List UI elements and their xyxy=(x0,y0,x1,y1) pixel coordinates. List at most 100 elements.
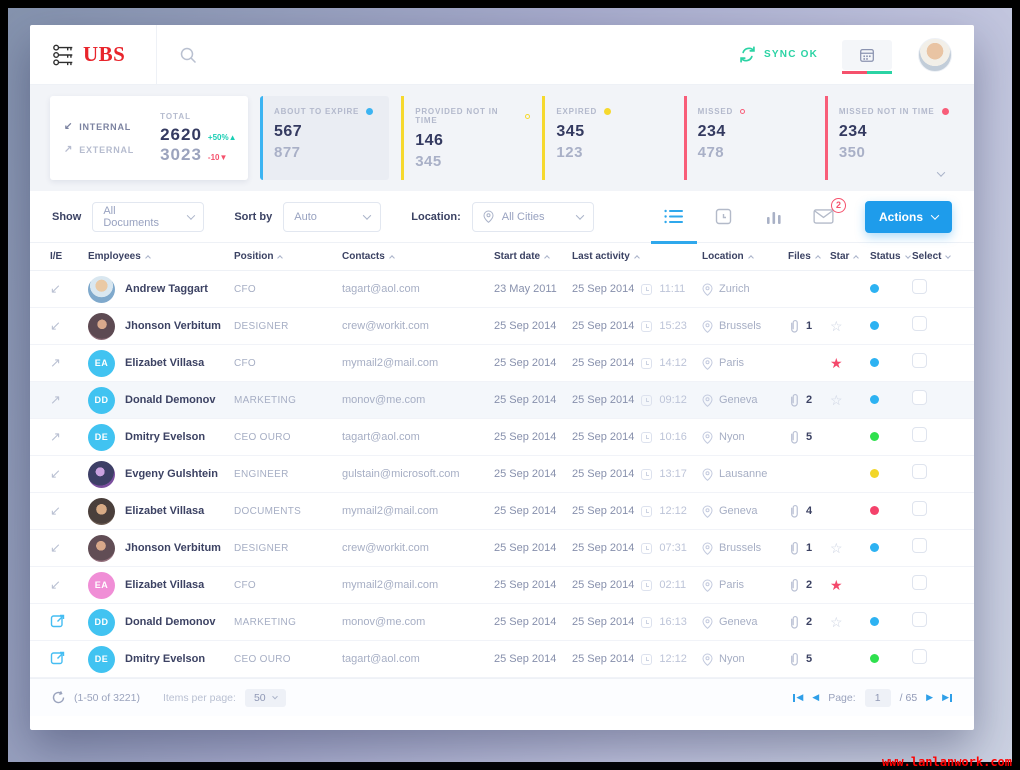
files-count: 1 xyxy=(806,320,813,332)
next-page-button[interactable]: ▶ xyxy=(926,692,933,703)
internal-filter[interactable]: ↙ INTERNAL xyxy=(64,121,134,132)
star-toggle[interactable]: ☆ xyxy=(830,319,870,333)
stat-primary-value: 234 xyxy=(697,123,726,140)
status-dot xyxy=(870,284,879,293)
employee-name: Elizabet Villasa xyxy=(125,579,205,591)
sort-caret-icon xyxy=(544,254,550,261)
actions-button[interactable]: Actions xyxy=(864,200,952,233)
table-row[interactable]: DE Dmitry Evelson CEO OURO tagart@aol.co… xyxy=(30,641,974,678)
row-checkbox[interactable] xyxy=(912,538,927,553)
star-toggle[interactable]: ☆ xyxy=(830,393,870,407)
page-input[interactable]: 1 xyxy=(864,688,891,707)
paperclip-icon xyxy=(791,615,798,629)
clock-icon xyxy=(641,320,653,332)
table-row[interactable]: ↗ EA Elizabet Villasa CFO mymail2@mail.c… xyxy=(30,345,974,382)
prev-page-button[interactable]: ◀ xyxy=(812,692,819,703)
location-pin-icon xyxy=(702,578,713,592)
sort-caret-icon xyxy=(277,254,284,261)
user-avatar[interactable] xyxy=(918,37,952,72)
column-header[interactable]: Location xyxy=(702,251,788,262)
sort-dropdown[interactable]: Auto xyxy=(283,201,382,232)
table-row[interactable]: ↙ Elizabet Villasa DOCUMENTS mymail2@mai… xyxy=(30,493,974,530)
column-header[interactable]: Employees xyxy=(88,251,234,262)
chart-view-tab[interactable] xyxy=(749,191,799,243)
sort-label: Sort by xyxy=(234,210,273,223)
calendar-button[interactable] xyxy=(842,39,892,74)
items-per-page-select[interactable]: 50 xyxy=(244,688,286,707)
column-header[interactable]: I/E xyxy=(50,251,88,262)
sort-caret-icon xyxy=(388,254,395,261)
table-row[interactable]: ↙ Jhonson Verbitum DESIGNER crew@workit.… xyxy=(30,308,974,345)
start-date: 25 Sep 2014 xyxy=(494,505,557,517)
row-checkbox[interactable] xyxy=(912,464,927,479)
stat-label: PROVIDED NOT IN TIME xyxy=(415,107,499,125)
search-button[interactable] xyxy=(179,46,197,64)
avatar: DD xyxy=(88,386,115,414)
chevron-down-icon xyxy=(363,210,372,220)
start-date: 25 Sep 2014 xyxy=(494,542,557,554)
row-checkbox[interactable] xyxy=(912,501,927,516)
external-filter[interactable]: ↗ EXTERNAL xyxy=(64,144,134,155)
row-checkbox[interactable] xyxy=(912,649,927,664)
column-header[interactable]: Files xyxy=(788,251,830,262)
star-toggle[interactable]: ☆ xyxy=(830,615,870,629)
clock-icon xyxy=(641,616,653,628)
star-toggle[interactable]: ☆ xyxy=(830,541,870,555)
contact-email: mymail2@mail.com xyxy=(342,357,439,369)
table-row[interactable]: DD Donald Demonov MARKETING monov@me.com… xyxy=(30,604,974,641)
position: CFO xyxy=(234,579,257,591)
table-row[interactable]: ↙ Evgeny Gulshtein ENGINEER gulstain@mic… xyxy=(30,456,974,493)
star-toggle[interactable]: ★ xyxy=(830,578,870,592)
mail-tab[interactable]: 2 xyxy=(799,191,849,243)
last-page-button[interactable]: ▶ xyxy=(942,692,952,703)
location-pin-icon xyxy=(702,504,713,518)
table-row[interactable]: ↙ Jhonson Verbitum DESIGNER crew@workit.… xyxy=(30,530,974,567)
row-checkbox[interactable] xyxy=(912,575,927,590)
refresh-icon[interactable] xyxy=(52,691,65,704)
activity-time: 12:12 xyxy=(659,653,687,665)
location-dropdown[interactable]: All Cities xyxy=(471,201,594,232)
column-header[interactable]: Start date xyxy=(494,251,572,262)
stat-block[interactable]: EXPIRED 345 123 xyxy=(542,96,671,180)
column-header[interactable]: Star xyxy=(830,251,870,262)
sync-status[interactable]: SYNC OK xyxy=(739,46,818,63)
table-row[interactable]: ↙ EA Elizabet Villasa CFO mymail2@mail.c… xyxy=(30,567,974,604)
table-body: ↙ Andrew Taggart CFO tagart@aol.com 23 M… xyxy=(30,271,974,678)
employee-name: Dmitry Evelson xyxy=(125,653,206,665)
row-checkbox[interactable] xyxy=(912,612,927,627)
stat-block[interactable]: ABOUT TO EXPIRE 567 877 xyxy=(260,96,390,180)
location-name: Brussels xyxy=(719,320,762,332)
table-row[interactable]: ↗ DE Dmitry Evelson CEO OURO tagart@aol.… xyxy=(30,419,974,456)
row-checkbox[interactable] xyxy=(912,279,927,294)
show-dropdown[interactable]: All Documents xyxy=(92,201,205,232)
contact-email: monov@me.com xyxy=(342,616,426,628)
row-checkbox[interactable] xyxy=(912,390,927,405)
stat-block[interactable]: PROVIDED NOT IN TIME 146 345 xyxy=(401,96,531,180)
row-checkbox[interactable] xyxy=(912,427,927,442)
column-header[interactable]: Position xyxy=(234,251,342,262)
column-header[interactable]: Status xyxy=(870,251,912,262)
column-header[interactable]: Last activity xyxy=(572,251,702,262)
chevron-down-icon xyxy=(186,210,195,220)
stat-block[interactable]: MISSED NOT IN TIME 234 350 xyxy=(824,96,954,180)
status-dot-icon xyxy=(366,108,374,115)
activity-time: 14:12 xyxy=(659,357,687,369)
avatar: EA xyxy=(88,571,115,599)
schedule-view-tab[interactable] xyxy=(699,191,749,243)
position: CFO xyxy=(234,357,257,369)
column-header[interactable]: Select xyxy=(912,251,954,262)
table-row[interactable]: ↙ Andrew Taggart CFO tagart@aol.com 23 M… xyxy=(30,271,974,308)
chevron-down-icon xyxy=(271,693,278,699)
column-header[interactable]: Contacts xyxy=(342,251,494,262)
stat-primary-value: 146 xyxy=(415,132,444,149)
list-view-tab[interactable] xyxy=(649,191,699,244)
row-checkbox[interactable] xyxy=(912,353,927,368)
external-link-icon xyxy=(50,614,65,628)
ubs-logo[interactable]: UBS xyxy=(52,42,156,67)
star-toggle[interactable]: ★ xyxy=(830,356,870,370)
first-page-button[interactable]: ◀ xyxy=(793,692,803,703)
table-row[interactable]: ↗ DD Donald Demonov MARKETING monov@me.c… xyxy=(30,382,974,419)
row-checkbox[interactable] xyxy=(912,316,927,331)
clock-icon xyxy=(641,653,653,665)
stat-block[interactable]: MISSED 234 478 xyxy=(683,96,813,180)
